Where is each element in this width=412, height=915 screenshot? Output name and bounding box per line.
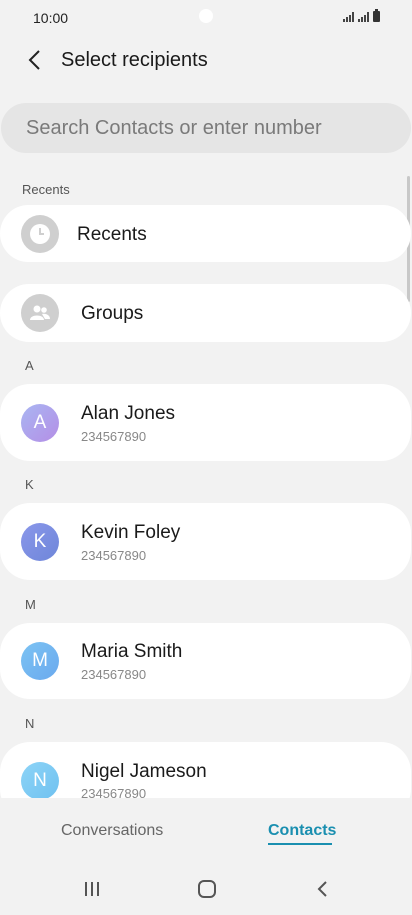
avatar-initial: N — [33, 770, 47, 791]
avatar-initial: A — [33, 412, 47, 433]
status-bar: 10:00 — [0, 0, 412, 36]
search-bar[interactable] — [1, 103, 411, 153]
contact-name: Kevin Foley — [81, 522, 181, 543]
avatar-initial: K — [33, 531, 47, 552]
recents-item[interactable]: Recents — [0, 205, 411, 262]
contact-number: 234567890 — [81, 667, 147, 682]
contact-name: Maria Smith — [81, 641, 183, 662]
home-button[interactable] — [187, 872, 227, 906]
back-button[interactable] — [20, 46, 48, 74]
chevron-left-icon — [28, 50, 40, 70]
tab-contacts[interactable]: Contacts — [268, 822, 336, 840]
index-letter-k: K — [25, 477, 34, 492]
recents-section-label: Recents — [22, 182, 70, 197]
search-input[interactable] — [1, 103, 406, 153]
index-letter-n: N — [25, 716, 35, 731]
avatar: N — [21, 762, 59, 800]
tab-contacts-indicator — [268, 843, 332, 845]
recents-item-label: Recents — [77, 224, 147, 245]
contact-item[interactable]: M Maria Smith 234567890 — [0, 623, 411, 699]
contact-item[interactable]: K Kevin Foley 234567890 — [0, 503, 411, 580]
back-arrow-icon — [317, 881, 327, 897]
battery-icon — [373, 9, 380, 22]
index-letter-a: A — [25, 358, 34, 373]
groups-item[interactable]: Groups — [0, 284, 411, 342]
tab-conversations[interactable]: Conversations — [61, 822, 163, 840]
status-time: 10:00 — [33, 10, 69, 26]
contact-name: Alan Jones — [81, 403, 176, 424]
home-icon — [198, 880, 216, 898]
index-letter-m: M — [25, 597, 36, 612]
status-icons — [343, 9, 380, 22]
recent-apps-button[interactable] — [72, 872, 112, 906]
avatar: K — [21, 523, 59, 561]
nav-back-button[interactable] — [302, 872, 342, 906]
signal-icon-2 — [358, 12, 369, 22]
recent-apps-icon — [85, 882, 99, 896]
signal-icon — [343, 12, 354, 22]
avatar: A — [21, 404, 59, 442]
front-camera — [199, 9, 213, 23]
groups-item-label: Groups — [81, 303, 144, 324]
contact-number: 234567890 — [81, 548, 147, 563]
contact-name: Nigel Jameson — [81, 761, 207, 782]
avatar: M — [21, 642, 59, 680]
avatar-initial: M — [32, 650, 48, 671]
clock-icon — [21, 215, 59, 253]
contact-item[interactable]: A Alan Jones 234567890 — [0, 384, 411, 461]
people-icon — [21, 294, 59, 332]
app-header: Select recipients — [0, 36, 412, 86]
page-title: Select recipients — [61, 49, 208, 71]
contact-number: 234567890 — [81, 429, 147, 444]
